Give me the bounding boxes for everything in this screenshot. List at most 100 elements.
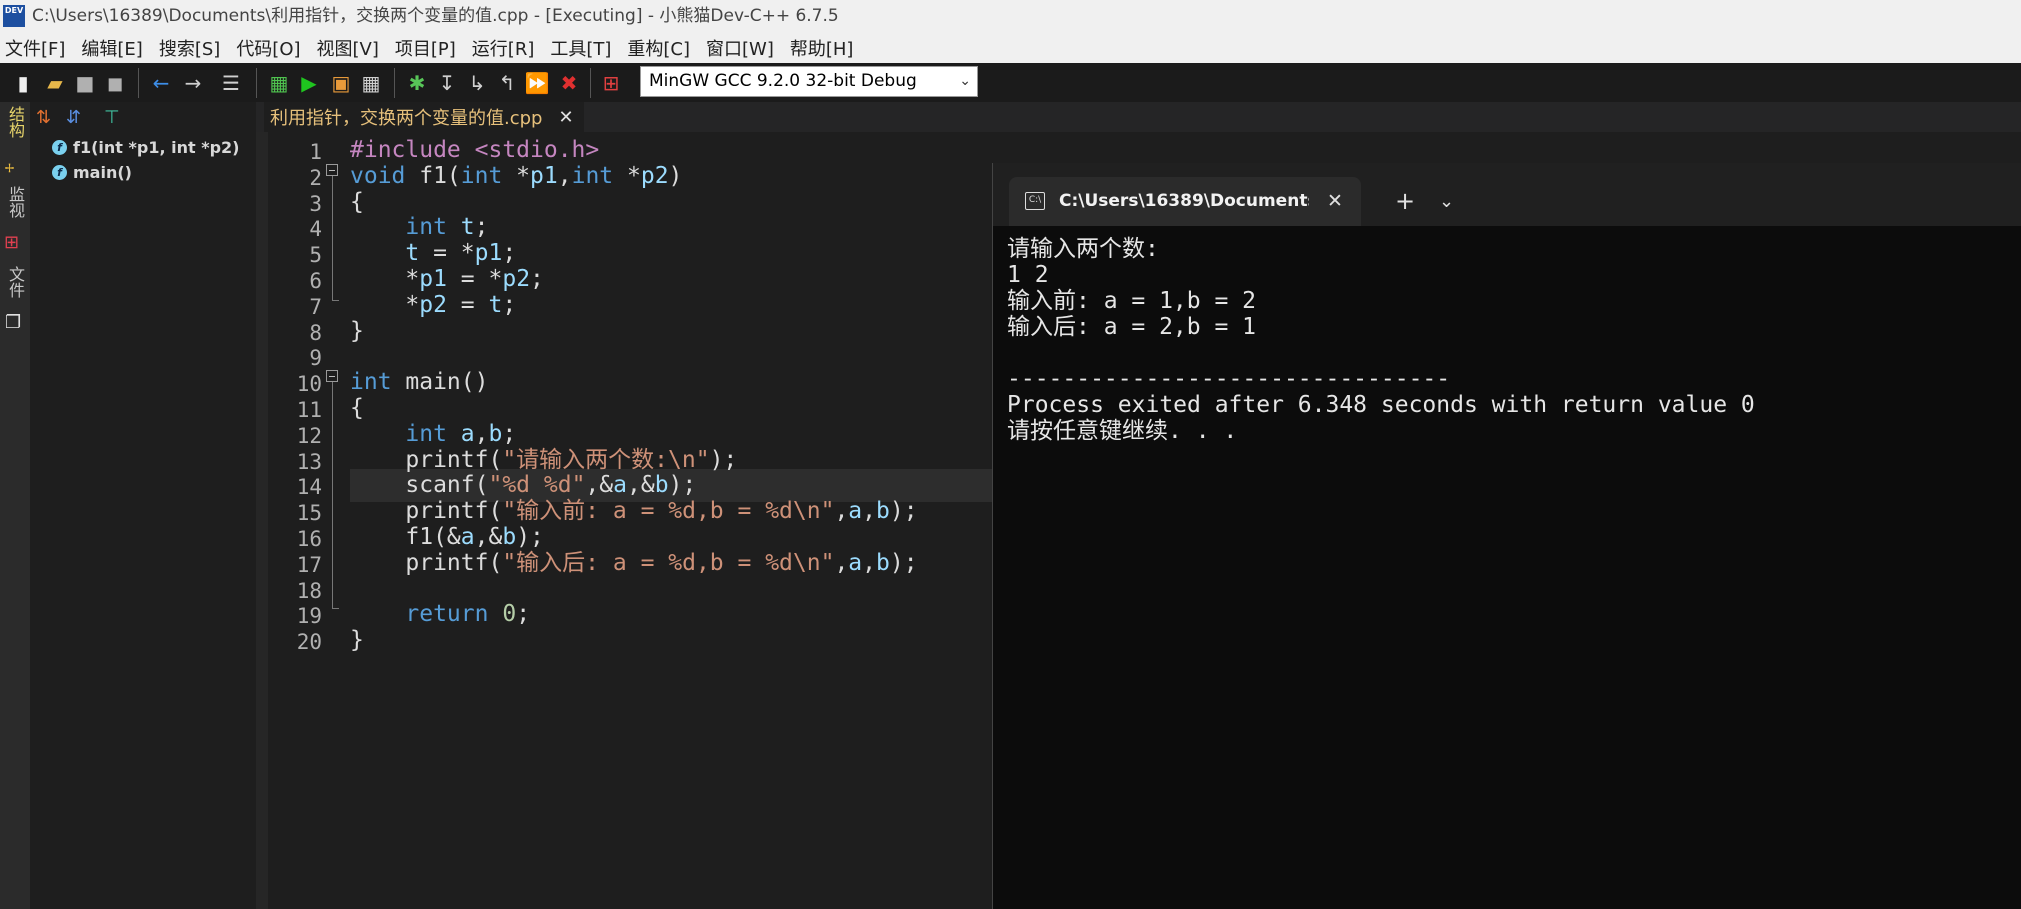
forward-icon[interactable]: → [180, 70, 206, 96]
window-title: C:\Users\16389\Documents\利用指针，交换两个变量的值.c… [32, 6, 839, 26]
tree-item-label: f1(int *p1, int *p2) [73, 138, 240, 157]
tab-structure[interactable]: 结构 [3, 106, 27, 138]
fold-toggle[interactable] [326, 164, 338, 176]
fold-toggle[interactable] [326, 370, 338, 382]
console-line: 1 2 [1007, 262, 1049, 288]
menu-item[interactable]: 窗口[W] [701, 35, 785, 61]
editor-tab-bar: 利用指针，交换两个变量的值.cpp ✕ [256, 102, 2021, 132]
code-token: "输入前: a = %d,b = %d\n" [502, 498, 835, 525]
code-line: void f1(int *p1,int *p2) [350, 160, 682, 193]
code-token: ); [709, 446, 738, 473]
continue-icon[interactable]: ⏩ [524, 70, 550, 96]
editor-tab-label: 利用指针，交换两个变量的值.cpp [270, 108, 543, 129]
save-icon[interactable]: ■ [72, 70, 98, 96]
console-output[interactable]: 请输入两个数: 1 2 输入前: a = 1,b = 2 输入后: a = 2,b =… [992, 177, 2021, 909]
code-token: "输入后: a = %d,b = %d\n" [502, 549, 835, 576]
code-token: a [848, 498, 863, 525]
menu-item[interactable]: 编辑[E] [76, 35, 153, 61]
debug-icon[interactable]: ✱ [404, 70, 430, 96]
tree-item-main[interactable]: f main() [52, 163, 132, 182]
back-icon[interactable]: ← [148, 70, 174, 96]
terminal-tab[interactable]: C:\ C:\Users\16389\Documents\利 ✕ [1009, 177, 1361, 226]
step-out-icon[interactable]: ↰ [494, 70, 520, 96]
code-line: } [350, 315, 364, 348]
menu-item[interactable]: 项目[P] [390, 35, 467, 61]
menu-item[interactable]: 文件[F] [0, 35, 76, 61]
new-tab-icon[interactable]: + [1395, 177, 1415, 226]
compiler-select[interactable]: MinGW GCC 9.2.0 32-bit Debug ⌄ [640, 66, 978, 97]
code-token: f1( [405, 162, 461, 189]
code-token: return [405, 601, 489, 628]
new-file-icon[interactable]: ▮ [10, 70, 36, 96]
code-token: ); [889, 498, 918, 525]
compiler-select-value: MinGW GCC 9.2.0 32-bit Debug [649, 71, 917, 91]
problem-icon[interactable]: ⊞ [598, 70, 624, 96]
sort-alpha-icon[interactable]: ⇵ [66, 106, 81, 130]
code-line: printf("输入后: a = %d,b = %d\n",a,b); [350, 547, 917, 580]
code-line: *p2 = t; [350, 289, 516, 322]
step-into-icon[interactable]: ↳ [464, 70, 490, 96]
tab-files[interactable]: 文件 [3, 266, 27, 298]
tree-item-label: main() [73, 163, 132, 182]
chevron-down-icon[interactable]: ⌄ [1439, 177, 1454, 226]
close-icon[interactable]: ✕ [1327, 177, 1343, 226]
code-line: int main() [350, 366, 488, 399]
show-inherited-icon[interactable]: ⊤ [104, 106, 120, 130]
menu-item[interactable]: 帮助[H] [785, 35, 865, 61]
menu-item[interactable]: 搜索[S] [154, 35, 231, 61]
code-token: , [834, 498, 849, 525]
code-editor[interactable]: #include <stdio.h> void f1(int *p1,int *p… [256, 132, 1010, 909]
code-line: } [350, 624, 364, 657]
code-token: , [557, 162, 572, 189]
editor-tab-file[interactable]: 利用指针，交换两个变量的值.cpp ✕ [264, 102, 584, 132]
format-icon[interactable]: ☰ [218, 70, 244, 96]
console-line: 请按任意键继续. . . [1007, 418, 1238, 444]
console-line: -------------------------------- [1007, 366, 1451, 392]
menu-item[interactable]: 工具[T] [545, 35, 622, 61]
tab-watch[interactable]: 监视 [3, 186, 27, 218]
console-line: 请输入两个数: [1007, 236, 1159, 262]
sort-by-type-icon[interactable]: ⇅ [36, 106, 51, 130]
app-icon[interactable]: DEV [3, 5, 25, 27]
code-token: t [488, 291, 503, 318]
code-token: b [876, 549, 890, 576]
menu-item[interactable]: 重构[C] [622, 35, 701, 61]
terminal-icon: C:\ [1025, 192, 1045, 210]
code-token: ; [516, 601, 531, 628]
step-over-icon[interactable]: ↧ [434, 70, 460, 96]
line-number: 20 [296, 630, 322, 655]
open-folder-icon[interactable]: ▰ [42, 70, 68, 96]
code-token: int [571, 162, 614, 189]
code-token: } [350, 317, 364, 344]
compile-run-icon[interactable]: ▣ [328, 70, 354, 96]
menu-item[interactable]: 视图[V] [312, 35, 390, 61]
code-token: b [876, 498, 890, 525]
menu-bar: 文件[F] 编辑[E] 搜索[S] 代码[O] 视图[V] 项目[P] 运行[R] 工具[T]… [0, 32, 2021, 63]
compile-icon[interactable]: ▦ [266, 70, 292, 96]
code-token: p2 [419, 291, 447, 318]
code-token: 0 [502, 601, 517, 628]
close-icon[interactable]: ✕ [558, 107, 573, 128]
code-token: ; [502, 291, 517, 318]
stop-icon[interactable]: ✖ [556, 70, 582, 96]
save-all-icon[interactable]: ◼ [102, 70, 128, 96]
code-token: , [862, 498, 877, 525]
terminal-tab-bar: C:\ C:\Users\16389\Documents\利 ✕ + ⌄ [992, 163, 2021, 226]
code-token: * [502, 162, 531, 189]
code-token: p2 [640, 162, 669, 189]
files-icon: ❐ [5, 312, 22, 333]
menu-item[interactable]: 运行[R] [467, 35, 546, 61]
rebuild-icon[interactable]: ▦ [358, 70, 384, 96]
code-token: , [862, 549, 877, 576]
code-token: main() [391, 369, 489, 396]
run-icon[interactable]: ▶ [296, 70, 322, 96]
code-token: * [613, 162, 641, 189]
terminal-tab-title: C:\Users\16389\Documents\利 [1059, 191, 1309, 211]
code-line: return 0; [350, 598, 530, 631]
title-bar: DEV C:\Users\16389\Documents\利用指针，交换两个变量… [0, 0, 2021, 32]
menu-item[interactable]: 代码[O] [231, 35, 311, 61]
console-line: Process exited after 6.348 seconds with … [1007, 392, 1755, 418]
tree-item-f1[interactable]: f f1(int *p1, int *p2) [52, 138, 239, 157]
code-token: , [834, 549, 849, 576]
